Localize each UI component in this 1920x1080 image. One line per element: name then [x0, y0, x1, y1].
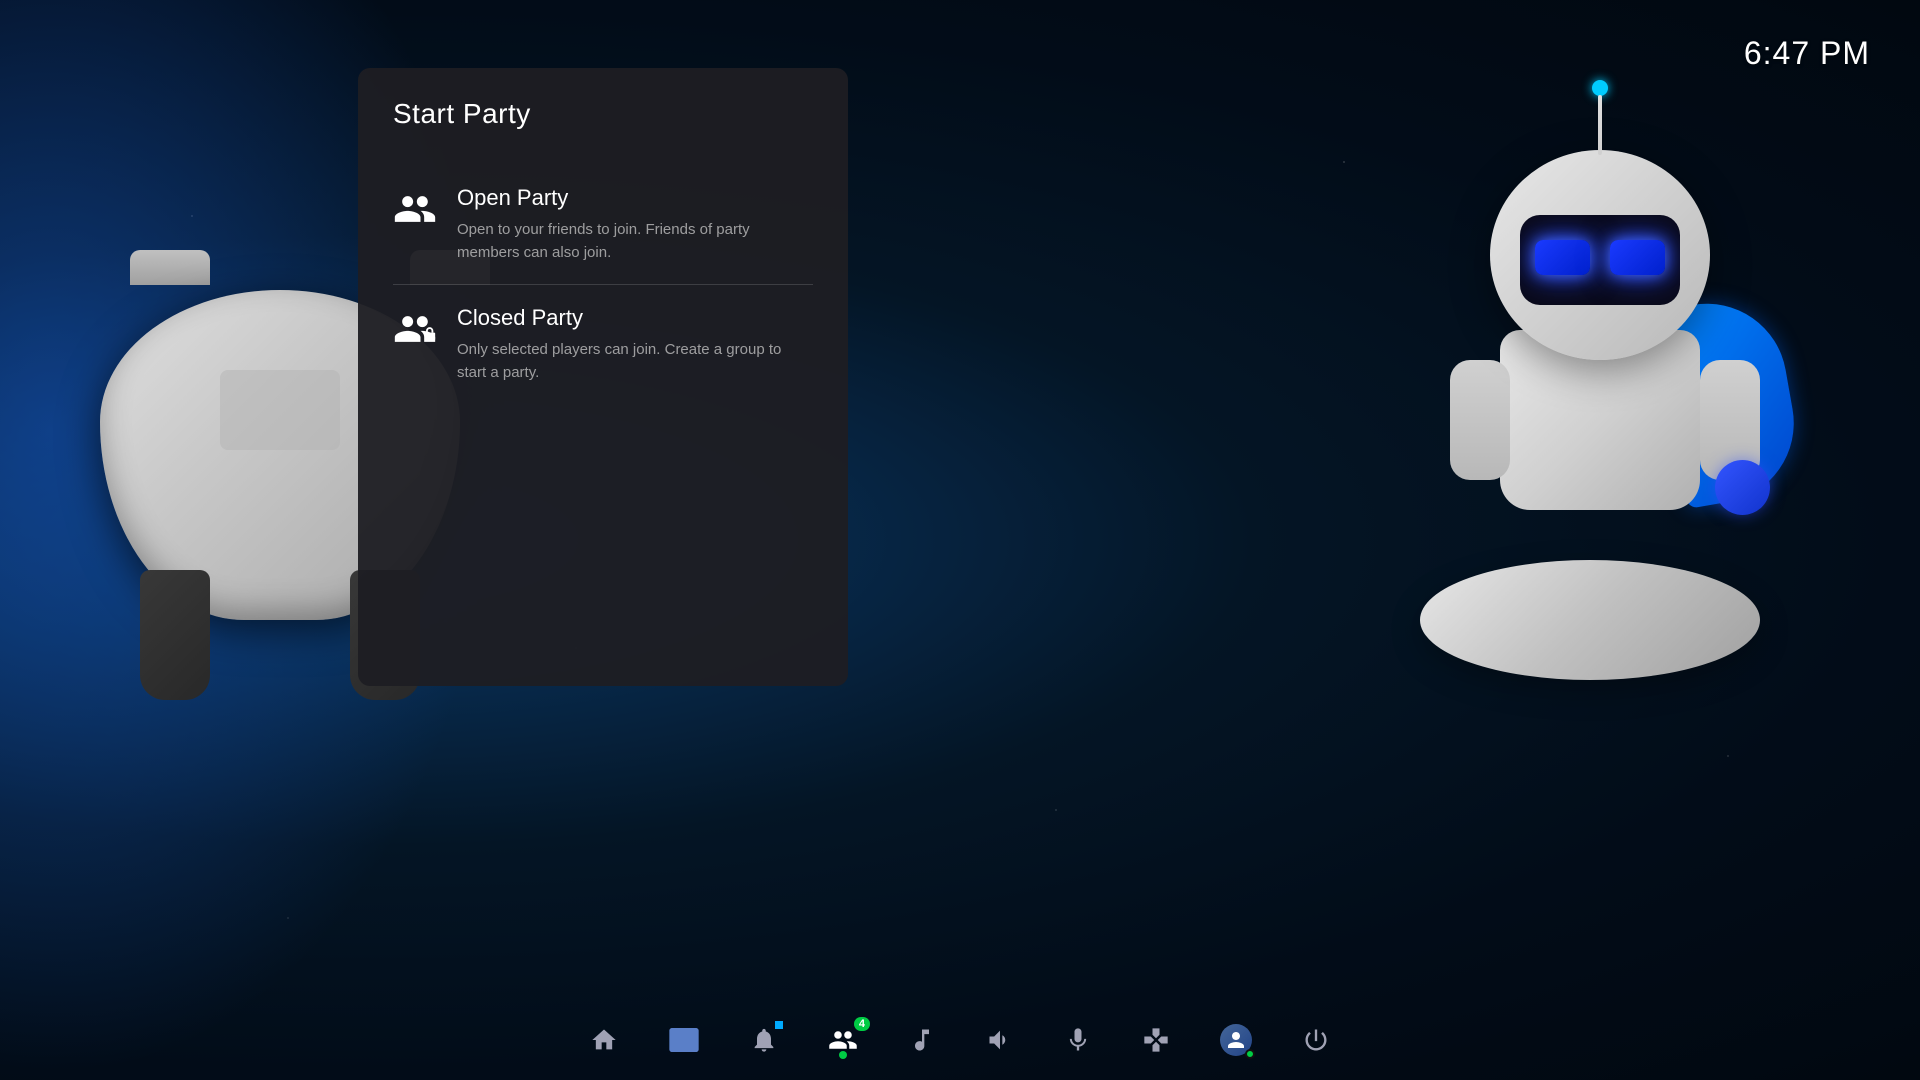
friends-badge: 4: [854, 1017, 870, 1031]
controller-icon: [1142, 1026, 1170, 1054]
taskbar-power[interactable]: [1302, 1026, 1330, 1054]
account-icon: [1224, 1028, 1248, 1052]
music-icon: [908, 1026, 936, 1054]
closed-party-content: Closed Party Only selected players can j…: [457, 305, 813, 384]
taskbar: 4: [0, 1000, 1920, 1080]
online-indicator: [839, 1051, 847, 1059]
power-icon: [1302, 1026, 1330, 1054]
taskbar-sound[interactable]: [986, 1026, 1014, 1054]
taskbar-controller[interactable]: [1142, 1026, 1170, 1054]
taskbar-game[interactable]: [668, 1024, 700, 1056]
taskbar-music[interactable]: [908, 1026, 936, 1054]
taskbar-friends[interactable]: 4: [828, 1025, 858, 1055]
open-party-title: Open Party: [457, 185, 813, 211]
music-icon-wrap: [908, 1026, 936, 1054]
taskbar-mic[interactable]: [1064, 1026, 1092, 1054]
home-icon: [590, 1026, 618, 1054]
closed-party-title: Closed Party: [457, 305, 813, 331]
closed-party-option[interactable]: Closed Party Only selected players can j…: [393, 285, 813, 404]
open-party-content: Open Party Open to your friends to join.…: [457, 185, 813, 264]
mic-icon: [1064, 1026, 1092, 1054]
bell-icon: [750, 1026, 778, 1054]
taskbar-notifications[interactable]: [750, 1026, 778, 1054]
start-party-dialog: Start Party Open Party Open to your frie…: [358, 68, 848, 686]
closed-party-description: Only selected players can join. Create a…: [457, 339, 813, 384]
home-icon-wrap: [590, 1026, 618, 1054]
game-icon: [668, 1024, 700, 1056]
friends-icon-wrap: 4: [828, 1025, 858, 1055]
controller-icon-wrap: [1142, 1026, 1170, 1054]
game-icon-wrap: [668, 1024, 700, 1056]
sound-icon-wrap: [986, 1026, 1014, 1054]
open-party-option[interactable]: Open Party Open to your friends to join.…: [393, 165, 813, 284]
closed-party-icon: [393, 307, 437, 351]
account-icon-wrap: [1220, 1024, 1252, 1056]
power-icon-wrap: [1302, 1026, 1330, 1054]
robot-character: [1390, 100, 1840, 720]
dialog-title: Start Party: [393, 98, 813, 130]
taskbar-account[interactable]: [1220, 1024, 1252, 1056]
mic-icon-wrap: [1064, 1026, 1092, 1054]
taskbar-home[interactable]: [590, 1026, 618, 1054]
volume-icon: [986, 1026, 1014, 1054]
notifications-icon-wrap: [750, 1026, 778, 1054]
open-party-icon: [393, 187, 437, 231]
system-clock: 6:47 PM: [1744, 35, 1870, 72]
open-party-description: Open to your friends to join. Friends of…: [457, 219, 813, 264]
